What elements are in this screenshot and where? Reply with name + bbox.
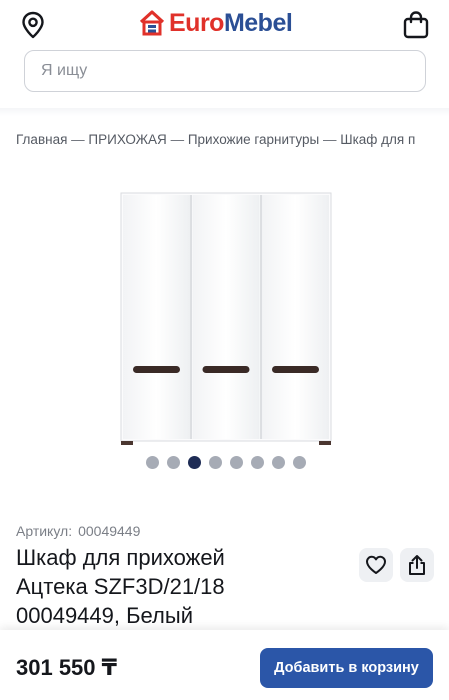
purchase-bar: 301 550 ₸ Добавить в корзину [0, 630, 449, 700]
product-image[interactable] [118, 192, 334, 446]
carousel-dot-active[interactable] [188, 456, 201, 469]
breadcrumb-separator: — [170, 132, 185, 147]
breadcrumb-item-current: Шкаф для п [340, 132, 416, 147]
breadcrumb-item-hallway[interactable]: ПРИХОЖАЯ [88, 132, 166, 147]
breadcrumb-separator: — [71, 132, 85, 147]
breadcrumb: Главная — ПРИХОЖАЯ — Прихожие гарнитуры … [16, 131, 449, 149]
logo-house-icon [139, 10, 165, 36]
share-button[interactable] [400, 548, 434, 582]
carousel-dot[interactable] [293, 456, 306, 469]
carousel-dot[interactable] [272, 456, 285, 469]
breadcrumb-item-home[interactable]: Главная [16, 132, 67, 147]
product-title-line: 00049449, Белый [16, 603, 193, 628]
map-pin-icon[interactable] [20, 11, 46, 39]
product-title-line: Шкаф для прихожей [16, 545, 225, 570]
favorite-button[interactable] [359, 548, 393, 582]
product-title-line: Ацтека SZF3D/21/18 [16, 574, 225, 599]
header-divider [0, 108, 449, 116]
carousel-dot[interactable] [251, 456, 264, 469]
sku-label: Артикул: [16, 523, 73, 539]
product-title: Шкаф для прихожей Ацтека SZF3D/21/18 000… [16, 543, 346, 630]
sku-row: Артикул: 00049449 [16, 522, 140, 540]
sku-value: 00049449 [78, 523, 141, 539]
share-icon [409, 555, 425, 575]
search-box [24, 50, 426, 92]
breadcrumb-separator: — [322, 132, 337, 147]
logo-text-mebel: Mebel [223, 9, 293, 37]
breadcrumb-item-hallway-sets[interactable]: Прихожие гарнитуры [188, 132, 319, 147]
carousel-dot[interactable] [146, 456, 159, 469]
carousel-dot[interactable] [209, 456, 222, 469]
carousel-dot[interactable] [167, 456, 180, 469]
logo-text-euro: Euro [169, 9, 224, 37]
carousel-dot[interactable] [230, 456, 243, 469]
search-input[interactable] [25, 51, 425, 91]
shopping-bag-icon[interactable] [402, 10, 430, 40]
product-price: 301 550 ₸ [16, 655, 117, 680]
app-header: EuroMebel [0, 0, 449, 50]
brand-logo[interactable]: EuroMebel [139, 7, 293, 39]
add-to-cart-button[interactable]: Добавить в корзину [260, 648, 433, 688]
heart-icon [366, 555, 386, 574]
carousel-dots [146, 456, 306, 469]
